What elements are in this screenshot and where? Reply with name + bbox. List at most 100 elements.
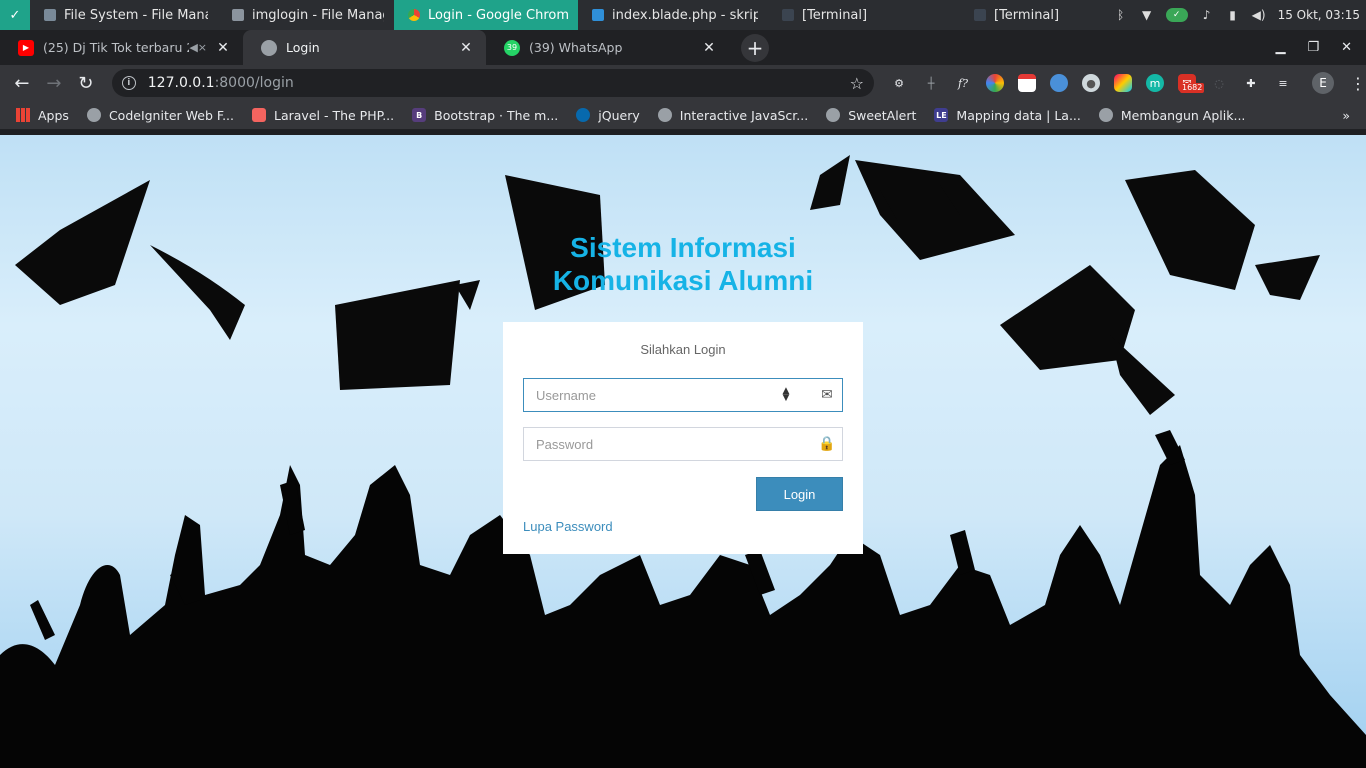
close-tab-icon[interactable]: ✕ [701,40,717,56]
envelope-icon: ✉ [821,387,833,403]
notification-bell-icon[interactable]: ♪ [1200,8,1214,22]
profile-avatar[interactable]: E [1312,72,1334,94]
toggle-icon[interactable]: ✓ [1165,8,1188,22]
tab-title: (39) WhatsApp [529,40,623,55]
tab-youtube[interactable]: ▶ (25) Dj Tik Tok terbaru 2020 ◀× ✕ [0,30,243,65]
task-vscode[interactable]: index.blade.php - skripsi... [578,0,768,30]
m-extension-icon[interactable]: m [1146,74,1164,92]
os-taskbar: ✓ File System - File Manag... imglogin -… [0,0,1366,30]
apps-grid-icon [16,108,30,122]
chrome-icon [408,9,420,21]
tab-whatsapp[interactable]: 39 (39) WhatsApp ✕ [486,30,729,65]
forward-arrow-icon[interactable]: → [38,73,70,94]
browser-tab-strip: ▶ (25) Dj Tik Tok terbaru 2020 ◀× ✕ Logi… [0,30,1366,65]
back-arrow-icon[interactable]: ← [6,73,38,94]
login-button[interactable]: Login [756,477,843,511]
task-file-system[interactable]: File System - File Manag... [30,0,218,30]
bookmark-membangun[interactable]: Membangun Aplik... [1098,107,1246,123]
globe-icon [86,108,101,122]
circle-extension-icon[interactable]: ● [1082,74,1100,92]
tab-login[interactable]: Login ✕ [243,30,486,65]
task-label: index.blade.php - skripsi... [612,7,758,23]
bookmark-interactive-js[interactable]: Interactive JavaScr... [657,108,808,123]
bookmark-apps[interactable]: Apps [16,108,69,123]
login-card: Silahkan Login ▲▼ ✉ 🔒 Login Lupa Passwor… [503,322,863,554]
mail-extension-icon[interactable]: ✉1682 [1178,74,1205,93]
app-heading: Sistem Informasi Komunikasi Alumni [503,231,863,297]
wifi-icon[interactable]: ▼ [1140,8,1154,22]
bookmark-label: Bootstrap · The m... [434,107,559,123]
color-picker-extension-icon[interactable] [986,74,1004,92]
bookmark-label: Membangun Aplik... [1120,107,1246,123]
autofill-stepper-icon[interactable]: ▲ ▼ [780,387,792,403]
terminal-icon [974,9,986,21]
reading-list-icon[interactable]: ≡ [1274,74,1292,92]
username-input[interactable] [524,379,780,411]
os-menu-button[interactable]: ✓ [0,0,30,30]
more-menu-icon[interactable]: ⋮ [1350,74,1366,93]
bookmark-star-icon[interactable]: ☆ [850,74,864,93]
vscode-icon [592,9,604,21]
close-tab-icon[interactable]: ✕ [458,40,474,56]
settings-gear-extension-icon[interactable]: ⚙ [890,74,908,92]
lock-icon: 🔒 [818,436,836,452]
site-info-icon[interactable]: i [121,76,136,90]
clock[interactable]: 15 Okt, 03:15 [1278,8,1360,22]
tab-title: (25) Dj Tik Tok terbaru 2020 [43,40,189,55]
extension-bar: ⚙ ┼ f? ● m ✉1682 ◌ ✚ ≡ E [890,72,1334,94]
close-window-icon[interactable]: ✕ [1341,40,1352,55]
tab-title: Login [286,40,320,55]
volume-icon[interactable]: ◀) [1252,8,1266,22]
font-extension-icon[interactable]: f? [954,74,972,92]
puzzle-extensions-icon[interactable]: ✚ [1242,74,1260,92]
new-tab-button[interactable]: + [741,34,769,62]
calendar-extension-icon[interactable] [1018,74,1036,92]
bookmarks-bar: Apps CodeIgniter Web F... Laravel - The … [0,101,1366,130]
globe-icon [826,108,841,122]
bookmark-label: Laravel - The PHP... [274,107,395,123]
task-label: imglogin - File Manager [252,7,384,23]
bookmark-jquery[interactable]: jQuery [576,108,640,123]
password-input[interactable] [524,428,812,460]
task-label: File System - File Manag... [64,7,208,23]
maximize-icon[interactable]: ❐ [1307,40,1319,55]
disabled-extension-icon[interactable]: ◌ [1210,74,1228,92]
bookmark-label: CodeIgniter Web F... [108,107,234,123]
task-label: Login - Google Chrome [428,7,568,23]
whatsapp-icon: 39 [504,39,520,56]
globe-extension-icon[interactable] [1050,74,1068,92]
forgot-password-link[interactable]: Lupa Password [523,519,843,534]
task-terminal-2[interactable]: [Terminal] [960,0,1094,30]
url-host: 127.0.0.1 [147,75,215,91]
bookmark-bootstrap[interactable]: B Bootstrap · The m... [412,108,558,123]
heading-line-1: Sistem Informasi [570,232,796,263]
bookmark-codeigniter[interactable]: CodeIgniter Web F... [86,107,234,123]
mail-count-badge: 1682 [1180,83,1205,93]
file-manager-icon [44,9,56,21]
task-label: [Terminal] [802,7,868,23]
url-path: :8000/login [214,75,294,91]
close-tab-icon[interactable]: ✕ [215,40,231,56]
password-field[interactable]: 🔒 [523,427,843,461]
camera-extension-icon[interactable] [1114,74,1132,92]
bluetooth-icon[interactable]: ᛒ [1114,8,1128,22]
speaker-muted-icon[interactable]: ◀× [189,41,207,54]
ruler-extension-icon[interactable]: ┼ [922,74,940,92]
bookmark-label: SweetAlert [848,107,917,123]
login-page: Sistem Informasi Komunikasi Alumni Silah… [0,135,1366,768]
bookmark-mapping-data[interactable]: LE Mapping data | La... [934,108,1081,123]
browser-toolbar: ← → ↻ i 127.0.0.1:8000/login ☆ ⚙ ┼ f? ● … [0,65,1366,101]
bookmark-sweetalert[interactable]: SweetAlert [826,108,916,123]
task-imglogin[interactable]: imglogin - File Manager [218,0,394,30]
minimize-icon[interactable]: ▁ [1275,40,1285,55]
system-tray: ᛒ ▼ ✓ ♪ ▮ ◀) 15 Okt, 03:15 [1114,8,1366,22]
bookmark-label: Apps [38,107,69,123]
task-terminal-1[interactable]: [Terminal] [768,0,960,30]
battery-icon[interactable]: ▮ [1226,8,1240,22]
username-field[interactable]: ▲▼ ✉ [523,378,843,412]
bookmarks-overflow-icon[interactable]: » [1342,108,1350,123]
address-bar[interactable]: i 127.0.0.1:8000/login ☆ [111,69,874,97]
bookmark-laravel[interactable]: Laravel - The PHP... [252,108,394,123]
task-chrome-login[interactable]: Login - Google Chrome [394,0,578,30]
reload-icon[interactable]: ↻ [70,73,102,94]
